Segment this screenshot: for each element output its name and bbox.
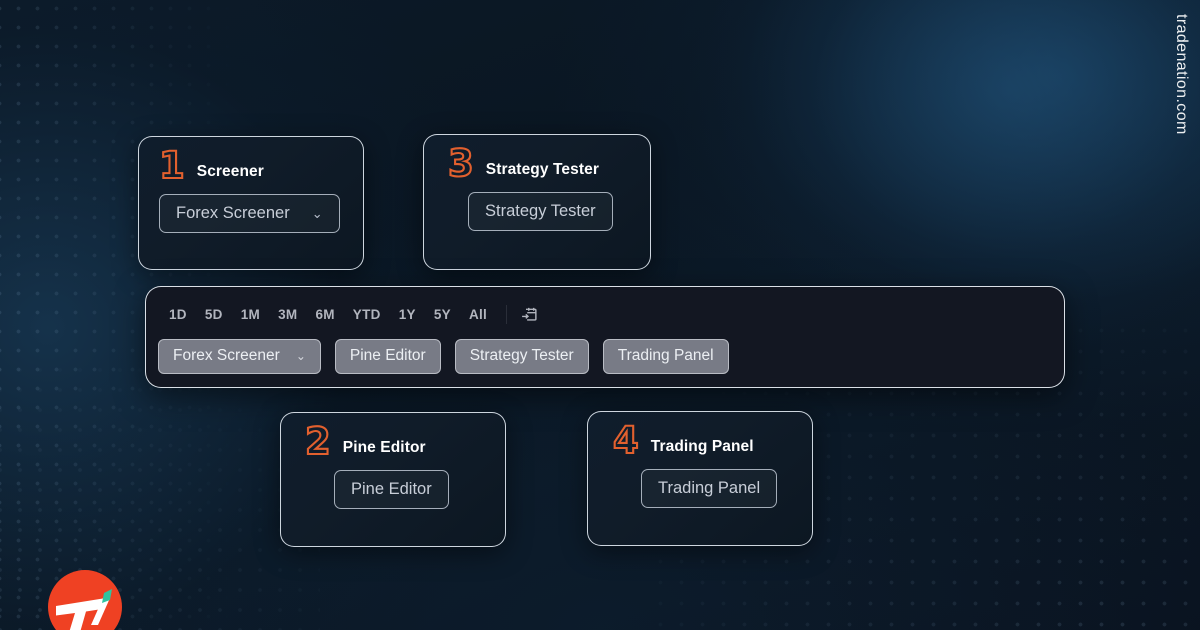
toolbar-tab-label: Pine Editor xyxy=(349,347,426,364)
timeframe-5y[interactable]: 5Y xyxy=(425,303,460,326)
toolbar-tab-label: Trading Panel xyxy=(617,347,714,364)
callout-card-strategy-tester: 3 Strategy Tester Strategy Tester xyxy=(423,134,651,270)
forex-screener-button-highlight[interactable]: Forex Screener ⌄ xyxy=(159,194,340,234)
toolbar-tab-trading-panel[interactable]: Trading Panel xyxy=(602,339,729,374)
timeframe-3m[interactable]: 3M xyxy=(269,303,306,326)
callout-card-screener: 1 Screener Forex Screener ⌄ xyxy=(138,136,364,270)
goto-date-icon[interactable] xyxy=(516,302,542,328)
callout-header: 2 Pine Editor xyxy=(281,413,505,461)
toolbar-tab-forex-screener[interactable]: Forex Screener ⌄ xyxy=(158,339,321,374)
callout-title-trading-panel: Trading Panel xyxy=(650,437,754,455)
callout-body: Strategy Tester xyxy=(424,183,650,249)
timeframe-row: 1D 5D 1M 3M 6M YTD 1Y 5Y All xyxy=(146,287,1064,331)
trading-panel-button-label: Trading Panel xyxy=(658,479,761,498)
timeframe-5d[interactable]: 5D xyxy=(196,303,232,326)
screenshot-canvas: tradenation.com 1 Screener Forex Screene… xyxy=(0,0,1200,630)
callout-card-trading-panel: 4 Trading Panel Trading Panel xyxy=(587,411,813,546)
callout-header: 3 Strategy Tester xyxy=(424,135,650,183)
callout-body: Forex Screener ⌄ xyxy=(139,185,363,251)
callout-number-2: 2 xyxy=(304,420,332,463)
chevron-down-icon: ⌄ xyxy=(295,349,306,364)
callout-body: Trading Panel xyxy=(588,460,812,526)
callout-header: 4 Trading Panel xyxy=(588,412,812,460)
toolbar-tab-row: Forex Screener ⌄ Pine Editor Strategy Te… xyxy=(146,331,1064,374)
toolbar-divider xyxy=(506,305,508,324)
callout-title-pine-editor: Pine Editor xyxy=(342,438,426,456)
chart-bottom-toolbar-panel: 1D 5D 1M 3M 6M YTD 1Y 5Y All Forex Scree… xyxy=(145,286,1065,388)
callout-title-screener: Screener xyxy=(196,162,264,180)
strategy-tester-button-highlight[interactable]: Strategy Tester xyxy=(468,192,613,232)
timeframe-1m[interactable]: 1M xyxy=(232,303,269,326)
callout-number-3: 3 xyxy=(447,142,475,185)
timeframe-1y[interactable]: 1Y xyxy=(390,303,425,326)
trade-nation-logo xyxy=(46,568,124,630)
timeframe-1d[interactable]: 1D xyxy=(160,303,196,326)
callout-body: Pine Editor xyxy=(281,461,505,527)
timeframe-all[interactable]: All xyxy=(460,303,496,326)
toolbar-tab-label: Strategy Tester xyxy=(469,347,574,364)
callout-title-strategy-tester: Strategy Tester xyxy=(485,160,599,178)
pine-editor-button-highlight[interactable]: Pine Editor xyxy=(334,470,449,510)
callout-number-4: 4 xyxy=(612,419,640,462)
watermark-text: tradenation.com xyxy=(1173,14,1190,135)
pine-editor-button-label: Pine Editor xyxy=(351,480,432,499)
callout-number-1: 1 xyxy=(158,144,186,187)
toolbar-tab-label: Forex Screener xyxy=(173,347,280,364)
callout-card-pine-editor: 2 Pine Editor Pine Editor xyxy=(280,412,506,547)
timeframe-ytd[interactable]: YTD xyxy=(344,303,390,326)
chevron-down-icon: ⌄ xyxy=(311,206,323,222)
strategy-tester-button-label: Strategy Tester xyxy=(485,202,596,221)
callout-header: 1 Screener xyxy=(139,137,363,185)
trading-panel-button-highlight[interactable]: Trading Panel xyxy=(641,469,778,509)
toolbar-tab-pine-editor[interactable]: Pine Editor xyxy=(334,339,441,374)
toolbar-tab-strategy-tester[interactable]: Strategy Tester xyxy=(454,339,589,374)
forex-screener-button-label: Forex Screener xyxy=(176,204,290,223)
timeframe-6m[interactable]: 6M xyxy=(306,303,343,326)
